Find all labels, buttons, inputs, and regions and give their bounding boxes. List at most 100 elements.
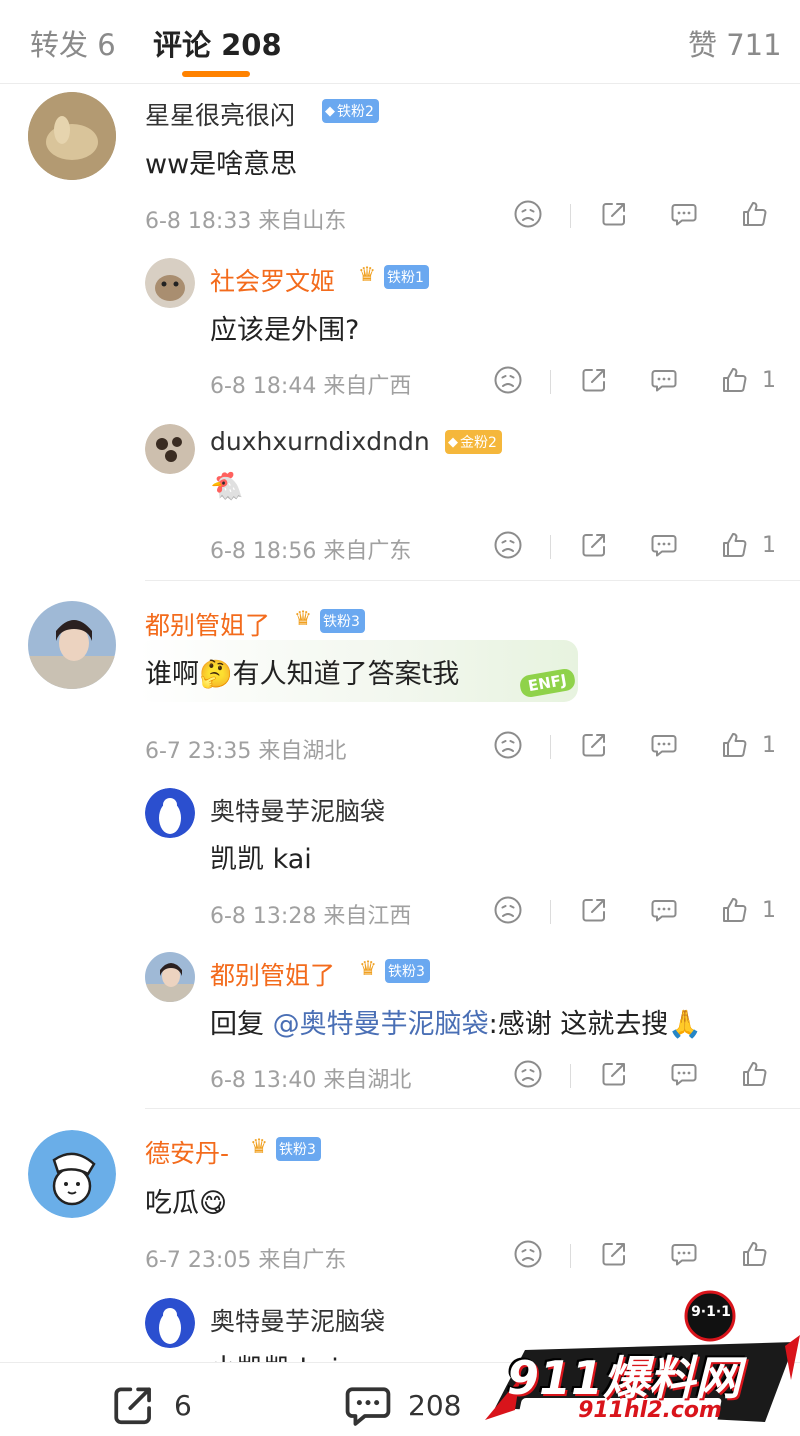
like-icon <box>718 729 750 761</box>
comment-divider <box>145 1108 800 1109</box>
avatar[interactable] <box>28 1130 116 1218</box>
fan-badge: 铁粉3 <box>276 1137 321 1161</box>
share-icon[interactable] <box>578 529 610 561</box>
comment-actions: 1 <box>492 364 782 400</box>
dislike-icon[interactable] <box>512 1058 544 1090</box>
tab-forward[interactable]: 转发 6 <box>30 22 116 64</box>
comment-icon <box>345 1387 391 1426</box>
avatar[interactable] <box>145 952 195 1002</box>
like-icon[interactable] <box>738 198 770 230</box>
crown-icon: ♛ <box>250 1134 268 1158</box>
share-icon[interactable] <box>578 364 610 396</box>
username[interactable]: 奥特曼芋泥脑袋 <box>210 1302 385 1338</box>
username[interactable]: 星星很亮很闪 <box>145 96 295 132</box>
like-icon <box>718 894 750 926</box>
dislike-icon[interactable] <box>512 1238 544 1270</box>
like-button[interactable]: 1 <box>718 529 776 561</box>
comment-time: 6-7 23:35 来自湖北 <box>145 739 347 764</box>
comment-text: 回复 @奥特曼芋泥脑袋:感谢 这就去搜🙏 <box>210 1009 702 1040</box>
divider <box>570 1064 571 1088</box>
avatar[interactable] <box>145 1298 195 1348</box>
dislike-icon[interactable] <box>492 894 524 926</box>
like-count: 1 <box>762 897 776 923</box>
watermark-badge: 9·1·1 <box>691 1304 731 1320</box>
comment-icon[interactable] <box>668 198 700 230</box>
username[interactable]: 都别管姐了 <box>210 956 335 992</box>
avatar[interactable] <box>28 601 116 689</box>
like-icon <box>718 364 750 396</box>
fan-badge: 铁粉3 <box>385 959 430 983</box>
dislike-icon[interactable] <box>492 729 524 761</box>
username[interactable]: 德安丹- <box>145 1134 229 1170</box>
like-count: 1 <box>762 532 776 558</box>
comment-text: 凯凯 kai <box>210 844 312 875</box>
divider <box>550 370 551 394</box>
comment-text: ww是啥意思 <box>145 149 298 180</box>
comment-actions: 1 <box>492 729 782 765</box>
like-button[interactable]: 1 <box>718 364 776 396</box>
diamond-icon: ◆ <box>448 434 458 450</box>
divider <box>550 900 551 924</box>
comment-divider <box>145 580 800 581</box>
like-button[interactable]: 1 <box>718 894 776 926</box>
dislike-icon[interactable] <box>492 529 524 561</box>
comment-tabs-bar: 转发 6 评论 208 赞 711 <box>0 0 800 84</box>
like-icon[interactable] <box>738 1058 770 1090</box>
comment-time: 6-8 18:56 来自广东 <box>210 539 412 564</box>
comment-time: 6-8 13:28 来自江西 <box>210 904 412 929</box>
like-count: 1 <box>762 732 776 758</box>
fan-badge: 铁粉1 <box>384 265 429 289</box>
comment-actions <box>512 1238 782 1274</box>
comment-time: 6-8 18:33 来自山东 <box>145 209 347 234</box>
tab-comments[interactable]: 评论 208 <box>153 22 282 64</box>
comment-time: 6-8 13:40 来自湖北 <box>210 1068 412 1093</box>
watermark-url: 911hl2.com <box>578 1398 722 1423</box>
avatar[interactable] <box>145 788 195 838</box>
comment-actions <box>512 198 782 234</box>
fan-badge: ◆ 铁粉2 <box>322 99 379 123</box>
crown-icon: ♛ <box>294 606 312 630</box>
comment-icon[interactable] <box>648 894 680 926</box>
username[interactable]: 都别管姐了 <box>145 606 270 642</box>
dislike-icon[interactable] <box>512 198 544 230</box>
divider <box>570 204 571 228</box>
forward-button[interactable]: 6 <box>110 1383 192 1427</box>
share-icon[interactable] <box>578 729 610 761</box>
tab-likes[interactable]: 赞 711 <box>688 22 782 64</box>
username[interactable]: duxhxurndixdndn <box>210 427 430 456</box>
comment-text: 🐔 <box>210 471 244 502</box>
comment-icon[interactable] <box>668 1238 700 1270</box>
dislike-icon[interactable] <box>492 364 524 396</box>
comment-icon[interactable] <box>648 364 680 396</box>
share-icon <box>114 1387 151 1425</box>
like-icon <box>718 529 750 561</box>
like-button[interactable]: 1 <box>718 729 776 761</box>
watermark-logo: 9·1·1 911爆料网 911hl2.com <box>485 1290 800 1436</box>
avatar[interactable] <box>28 92 116 180</box>
share-icon[interactable] <box>598 1238 630 1270</box>
divider <box>570 1244 571 1268</box>
share-icon[interactable] <box>578 894 610 926</box>
comment-button[interactable]: 208 <box>342 1383 461 1427</box>
comment-actions <box>512 1058 782 1094</box>
avatar[interactable] <box>145 258 195 308</box>
like-count: 1 <box>762 367 776 393</box>
divider <box>550 535 551 559</box>
active-tab-indicator <box>182 71 250 77</box>
avatar[interactable] <box>145 424 195 474</box>
comment-text: 应该是外围? <box>210 315 360 346</box>
share-icon[interactable] <box>598 1058 630 1090</box>
comment-text: 吃瓜😋 <box>145 1188 228 1219</box>
comment-count: 208 <box>408 1388 462 1422</box>
username[interactable]: 奥特曼芋泥脑袋 <box>210 792 385 828</box>
like-icon[interactable] <box>738 1238 770 1270</box>
username[interactable]: 社会罗文姬 <box>210 262 335 298</box>
comment-icon[interactable] <box>648 529 680 561</box>
mention-link[interactable]: @奥特曼芋泥脑袋 <box>273 1009 489 1040</box>
comment-icon[interactable] <box>648 729 680 761</box>
share-icon[interactable] <box>598 198 630 230</box>
divider <box>550 735 551 759</box>
comment-icon[interactable] <box>668 1058 700 1090</box>
fan-badge: 铁粉3 <box>320 609 365 633</box>
forward-count: 6 <box>174 1388 192 1422</box>
